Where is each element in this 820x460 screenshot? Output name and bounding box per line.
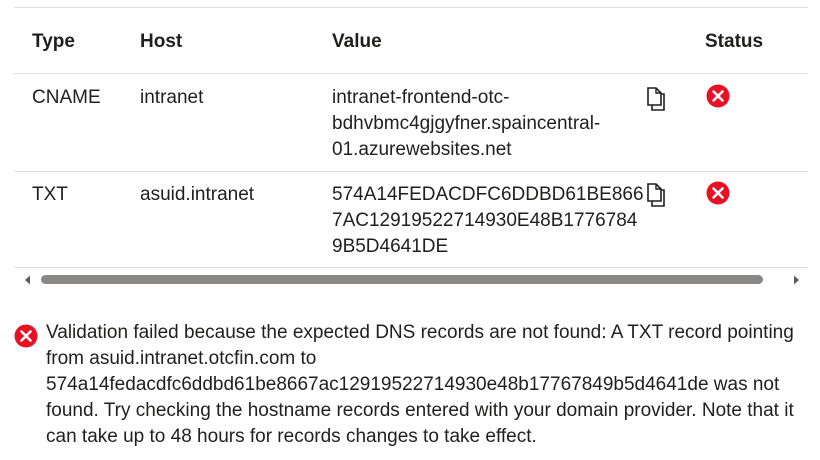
dns-records-table: Type Host Value Status CNAME intranet in… (14, 0, 808, 292)
record-value-line: bdhvbmc4gjgyfner.spaincentral- (332, 113, 601, 134)
record-value-line: intranet-frontend-otc- (332, 87, 510, 108)
record-type-cell: TXT (32, 184, 68, 205)
validation-error-message: Validation failed because the expected D… (46, 322, 794, 447)
record-value-line: 7AC12919522714930E48B1776784 (332, 210, 638, 231)
copy-icon[interactable] (646, 182, 670, 208)
record-host-cell: asuid.intranet (140, 184, 255, 205)
record-value-cell: intranet-frontend-otc- bdhvbmc4gjgyfner.… (332, 85, 600, 163)
record-type-cell: CNAME (32, 87, 101, 108)
table-top-border (14, 7, 808, 8)
error-status-icon (706, 84, 730, 108)
header-value: Value (332, 31, 382, 52)
header-status: Status (705, 31, 764, 52)
error-status-icon (706, 181, 730, 205)
scroll-left-arrow-icon[interactable] (22, 273, 34, 285)
validation-error-icon (14, 324, 38, 348)
record-value-cell: 574A14FEDACDFC6DDBD61BE866 7AC1291952271… (332, 182, 644, 260)
scrollbar-thumb[interactable] (41, 275, 763, 284)
horizontal-scrollbar[interactable] (14, 268, 808, 290)
copy-icon[interactable] (646, 86, 670, 112)
row-divider (14, 171, 808, 172)
header-divider (14, 73, 808, 74)
scroll-right-arrow-icon[interactable] (790, 273, 802, 285)
header-type: Type (32, 31, 75, 52)
record-value-line: 9B5D4641DE (332, 236, 449, 257)
record-host-cell: intranet (140, 87, 204, 108)
record-value-line: 574A14FEDACDFC6DDBD61BE866 (332, 184, 644, 205)
header-host: Host (140, 31, 183, 52)
record-value-line: 01.azurewebsites.net (332, 139, 512, 160)
